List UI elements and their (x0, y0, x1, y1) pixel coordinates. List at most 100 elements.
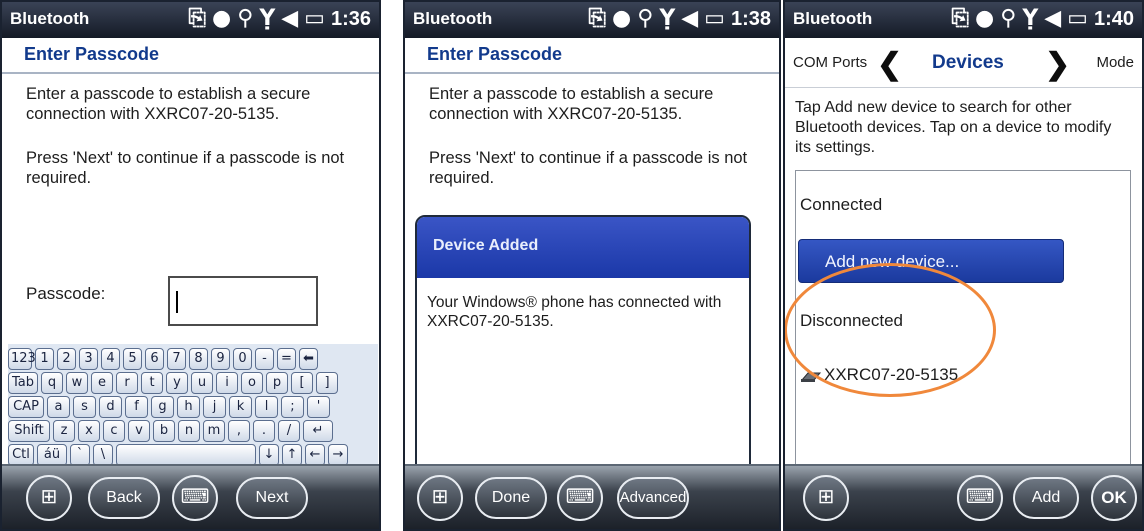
accent-key[interactable]: áü (37, 444, 67, 466)
key[interactable]: 7 (167, 348, 186, 370)
key[interactable]: j (203, 396, 226, 418)
chevron-right-icon[interactable]: ❯ (1045, 47, 1070, 82)
key[interactable]: 4 (101, 348, 120, 370)
backspace-key[interactable]: ⬅ (299, 348, 318, 370)
key[interactable]: [ (291, 372, 313, 394)
key[interactable]: ] (316, 372, 338, 394)
connectivity-icon[interactable]: ⎘ (188, 6, 206, 31)
key[interactable]: 9 (211, 348, 230, 370)
start-button[interactable]: ⊞ (803, 475, 849, 521)
key[interactable]: 5 (123, 348, 142, 370)
passcode-input[interactable] (168, 276, 318, 326)
key[interactable]: z (53, 420, 75, 442)
key[interactable]: h (177, 396, 200, 418)
clock[interactable]: 1:40 (1094, 8, 1134, 30)
enter-key[interactable]: ↵ (303, 420, 333, 442)
caps-key[interactable]: CAP (8, 396, 44, 418)
arrow-right-key[interactable]: → (328, 444, 348, 466)
signal-icon: Ỵ (1022, 6, 1039, 31)
key[interactable]: x (78, 420, 100, 442)
key[interactable]: 0 (233, 348, 252, 370)
keyboard-toggle-button[interactable]: ⌨ (172, 475, 218, 521)
volume-icon[interactable]: ◀ (281, 6, 298, 31)
key[interactable]: ; (281, 396, 304, 418)
back-button[interactable]: Back (88, 477, 160, 519)
key[interactable]: q (41, 372, 63, 394)
advanced-button[interactable]: Advanced (617, 477, 689, 519)
key-123[interactable]: 123 (8, 348, 36, 370)
clock[interactable]: 1:36 (331, 8, 371, 30)
key[interactable]: 3 (79, 348, 98, 370)
key[interactable]: m (203, 420, 225, 442)
add-button[interactable]: Add (1013, 477, 1079, 519)
key[interactable]: a (47, 396, 70, 418)
key[interactable]: s (73, 396, 96, 418)
key[interactable]: \ (93, 444, 113, 466)
device-list-item[interactable]: XXRC07-20-5135 (800, 365, 958, 385)
tab-mode[interactable]: Mode (1096, 54, 1134, 71)
tab-key[interactable]: Tab (8, 372, 38, 394)
keyboard-toggle-button[interactable]: ⌨ (557, 475, 603, 521)
volume-icon[interactable]: ◀ (1044, 6, 1061, 31)
clock[interactable]: 1:38 (731, 8, 771, 30)
key[interactable]: c (103, 420, 125, 442)
connectivity-icon[interactable]: ⎘ (588, 6, 606, 31)
connectivity-icon[interactable]: ⎘ (951, 6, 969, 31)
tab-com-ports[interactable]: COM Ports (793, 54, 867, 71)
chevron-left-icon[interactable]: ❮ (877, 47, 902, 82)
next-button[interactable]: Next (236, 477, 308, 519)
arrow-up-key[interactable]: ↑ (282, 444, 302, 466)
key[interactable]: l (255, 396, 278, 418)
key[interactable]: w (66, 372, 88, 394)
key[interactable]: t (141, 372, 163, 394)
key[interactable]: / (278, 420, 300, 442)
dialog-title-bar: Device Added (417, 217, 749, 278)
start-button[interactable]: ⊞ (417, 475, 463, 521)
key[interactable]: 1 (35, 348, 54, 370)
key[interactable]: i (216, 372, 238, 394)
battery-icon[interactable]: ▭ (704, 6, 725, 31)
battery-icon[interactable]: ▭ (1067, 6, 1088, 31)
screen-enter-passcode: Bluetooth ⎘ ● ⚲ Ỵ ◀ ▭ 1:36 Enter Passcode Ente… (0, 0, 381, 531)
page-title: Enter Passcode (24, 44, 160, 64)
dot-icon: ● (974, 6, 995, 31)
status-title: Bluetooth (413, 9, 493, 28)
keyboard-toggle-button[interactable]: ⌨ (957, 475, 1003, 521)
space-key[interactable] (116, 444, 256, 466)
volume-icon[interactable]: ◀ (681, 6, 698, 31)
key[interactable]: v (128, 420, 150, 442)
instruction-text: Enter a passcode to establish a secure c… (26, 85, 311, 123)
key[interactable]: f (125, 396, 148, 418)
key[interactable]: - (255, 348, 274, 370)
key[interactable]: k (229, 396, 252, 418)
key[interactable]: b (153, 420, 175, 442)
key[interactable]: y (166, 372, 188, 394)
key[interactable]: = (277, 348, 296, 370)
key[interactable]: r (116, 372, 138, 394)
tab-devices[interactable]: Devices (932, 52, 1004, 74)
key[interactable]: p (266, 372, 288, 394)
key[interactable]: n (178, 420, 200, 442)
battery-icon[interactable]: ▭ (304, 6, 325, 31)
key[interactable]: . (253, 420, 275, 442)
passcode-label: Passcode: (26, 284, 106, 303)
ok-button[interactable]: OK (1091, 475, 1137, 521)
key[interactable]: u (191, 372, 213, 394)
key[interactable]: , (228, 420, 250, 442)
arrow-down-key[interactable]: ↓ (259, 444, 279, 466)
key[interactable]: 2 (57, 348, 76, 370)
key[interactable]: o (241, 372, 263, 394)
add-new-device-button[interactable]: Add new device... (798, 239, 1064, 283)
arrow-left-key[interactable]: ← (305, 444, 325, 466)
key[interactable]: ' (307, 396, 330, 418)
key[interactable]: g (151, 396, 174, 418)
ctrl-key[interactable]: Ctl (8, 444, 34, 466)
shift-key[interactable]: Shift (8, 420, 50, 442)
key[interactable]: 6 (145, 348, 164, 370)
start-button[interactable]: ⊞ (26, 475, 72, 521)
key[interactable]: d (99, 396, 122, 418)
done-button[interactable]: Done (475, 477, 547, 519)
key[interactable]: 8 (189, 348, 208, 370)
key[interactable]: e (91, 372, 113, 394)
key[interactable]: ` (70, 444, 90, 466)
